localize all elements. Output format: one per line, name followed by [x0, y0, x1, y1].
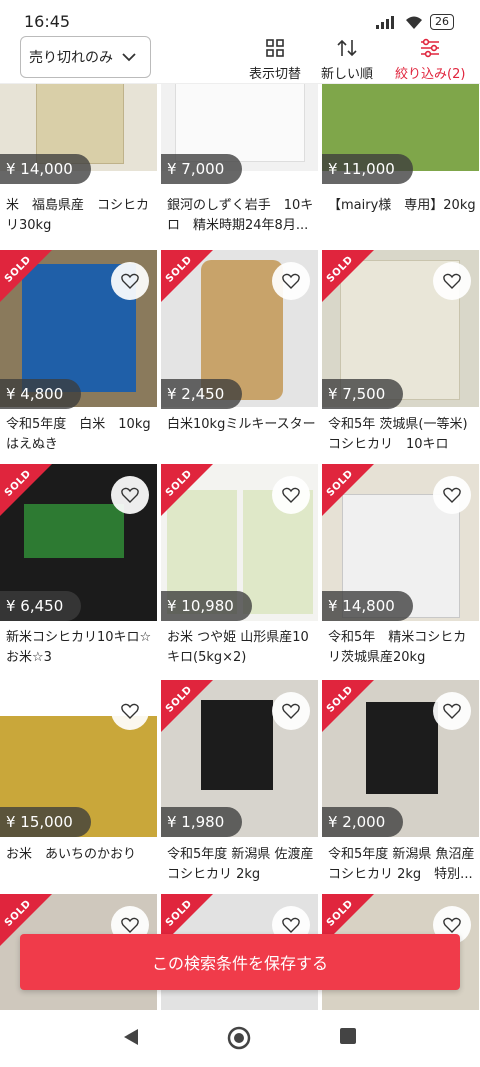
heart-icon	[121, 487, 139, 503]
heart-icon	[282, 917, 300, 933]
favorite-button[interactable]	[111, 476, 149, 514]
home-icon[interactable]	[227, 1026, 251, 1050]
product-title: 白米10kgミルキースター	[167, 417, 316, 432]
price-tag: ¥ 7,500	[322, 379, 404, 409]
filter-button[interactable]: 絞り込み(2)	[395, 36, 465, 82]
heart-icon	[443, 273, 461, 289]
sold-badge: SOLD	[161, 464, 213, 516]
heart-icon	[282, 273, 300, 289]
product-title: 令和5年度 新潟県 佐渡産コシヒカリ 2kg	[167, 847, 314, 882]
sold-badge: SOLD	[0, 250, 52, 302]
product-title: 米 福島県産 コシヒカリ30kg	[6, 198, 150, 233]
recents-icon[interactable]	[338, 1026, 358, 1046]
favorite-button[interactable]	[433, 262, 471, 300]
sold-filter-dropdown[interactable]: 売り切れのみ	[20, 36, 151, 78]
sold-badge: SOLD	[0, 464, 52, 516]
favorite-button[interactable]	[272, 692, 310, 730]
dropdown-label: 売り切れのみ	[29, 50, 113, 66]
product-title: 銀河のしずく岩手 10キロ 精米時期24年8月...	[167, 198, 314, 233]
status-bar: 16:45 26	[0, 0, 480, 34]
favorite-button[interactable]	[111, 262, 149, 300]
heart-icon	[443, 703, 461, 719]
heart-icon	[282, 487, 300, 503]
status-icons: 26	[376, 14, 454, 30]
save-search-button[interactable]: この検索条件を保存する	[20, 934, 460, 990]
price-tag: ¥ 10,980	[161, 591, 252, 621]
sold-badge: SOLD	[322, 464, 374, 516]
product-title: お米 つや姫 山形県産10キロ(5kg×2)	[167, 630, 309, 665]
sort-label: 新しい順	[321, 67, 374, 82]
wifi-icon	[406, 16, 422, 29]
chevron-down-icon	[122, 53, 136, 62]
product-title: お米 あいちのかおり	[6, 847, 137, 862]
sliders-icon	[421, 38, 440, 58]
favorite-button[interactable]	[272, 476, 310, 514]
product-title: 新米コシヒカリ10キロ☆お米☆3	[6, 630, 152, 665]
heart-icon	[443, 487, 461, 503]
favorite-button[interactable]	[433, 692, 471, 730]
price-tag: ¥ 2,450	[161, 379, 243, 409]
price-tag: ¥ 2,000	[322, 807, 404, 837]
heart-icon	[121, 703, 139, 719]
sort-arrows-icon	[337, 39, 357, 57]
filter-toolbar: 売り切れのみ 表示切替 新しい順 絞り込み(2)	[0, 34, 480, 84]
product-title: 令和5年度 白米 10kg はえぬき	[6, 417, 151, 452]
sold-badge: SOLD	[322, 680, 374, 732]
filter-label: 絞り込み(2)	[395, 67, 466, 82]
sold-badge: SOLD	[322, 250, 374, 302]
sold-badge: SOLD	[161, 680, 213, 732]
grid-icon	[266, 39, 284, 57]
price-tag: ¥ 11,000	[322, 154, 413, 184]
battery-indicator: 26	[430, 14, 454, 30]
system-nav-bar	[0, 1010, 480, 1067]
signal-icon	[376, 16, 394, 29]
heart-icon	[121, 273, 139, 289]
favorite-button[interactable]	[111, 692, 149, 730]
view-toggle-button[interactable]: 表示切替	[249, 36, 301, 82]
price-tag: ¥ 1,980	[161, 807, 243, 837]
heart-icon	[121, 917, 139, 933]
favorite-button[interactable]	[433, 476, 471, 514]
heart-icon	[443, 917, 461, 933]
favorite-button[interactable]	[272, 262, 310, 300]
sold-badge: SOLD	[161, 250, 213, 302]
product-title: 令和5年度 新潟県 魚沼産コシヒカリ 2kg 特別...	[328, 847, 475, 882]
product-title: 【mairy様 専用】20kg	[328, 198, 476, 213]
price-tag: ¥ 14,800	[322, 591, 413, 621]
price-tag: ¥ 7,000	[161, 154, 243, 184]
product-grid: ¥ 14,000 米 福島県産 コシヒカリ30kg ¥ 7,000 銀河のしずく…	[0, 84, 480, 1010]
price-tag: ¥ 6,450	[0, 591, 82, 621]
price-tag: ¥ 4,800	[0, 379, 82, 409]
product-title: 令和5年 精米コシヒカリ茨城県産20kg	[328, 630, 467, 665]
view-toggle-label: 表示切替	[249, 67, 302, 82]
price-tag: ¥ 15,000	[0, 807, 91, 837]
product-title: 令和5年 茨城県(一等米)コシヒカリ 10キロ	[328, 417, 468, 452]
sort-button[interactable]: 新しい順	[321, 36, 373, 82]
back-icon[interactable]	[120, 1026, 142, 1048]
heart-icon	[282, 703, 300, 719]
status-time: 16:45	[24, 12, 71, 31]
price-tag: ¥ 14,000	[0, 154, 91, 184]
